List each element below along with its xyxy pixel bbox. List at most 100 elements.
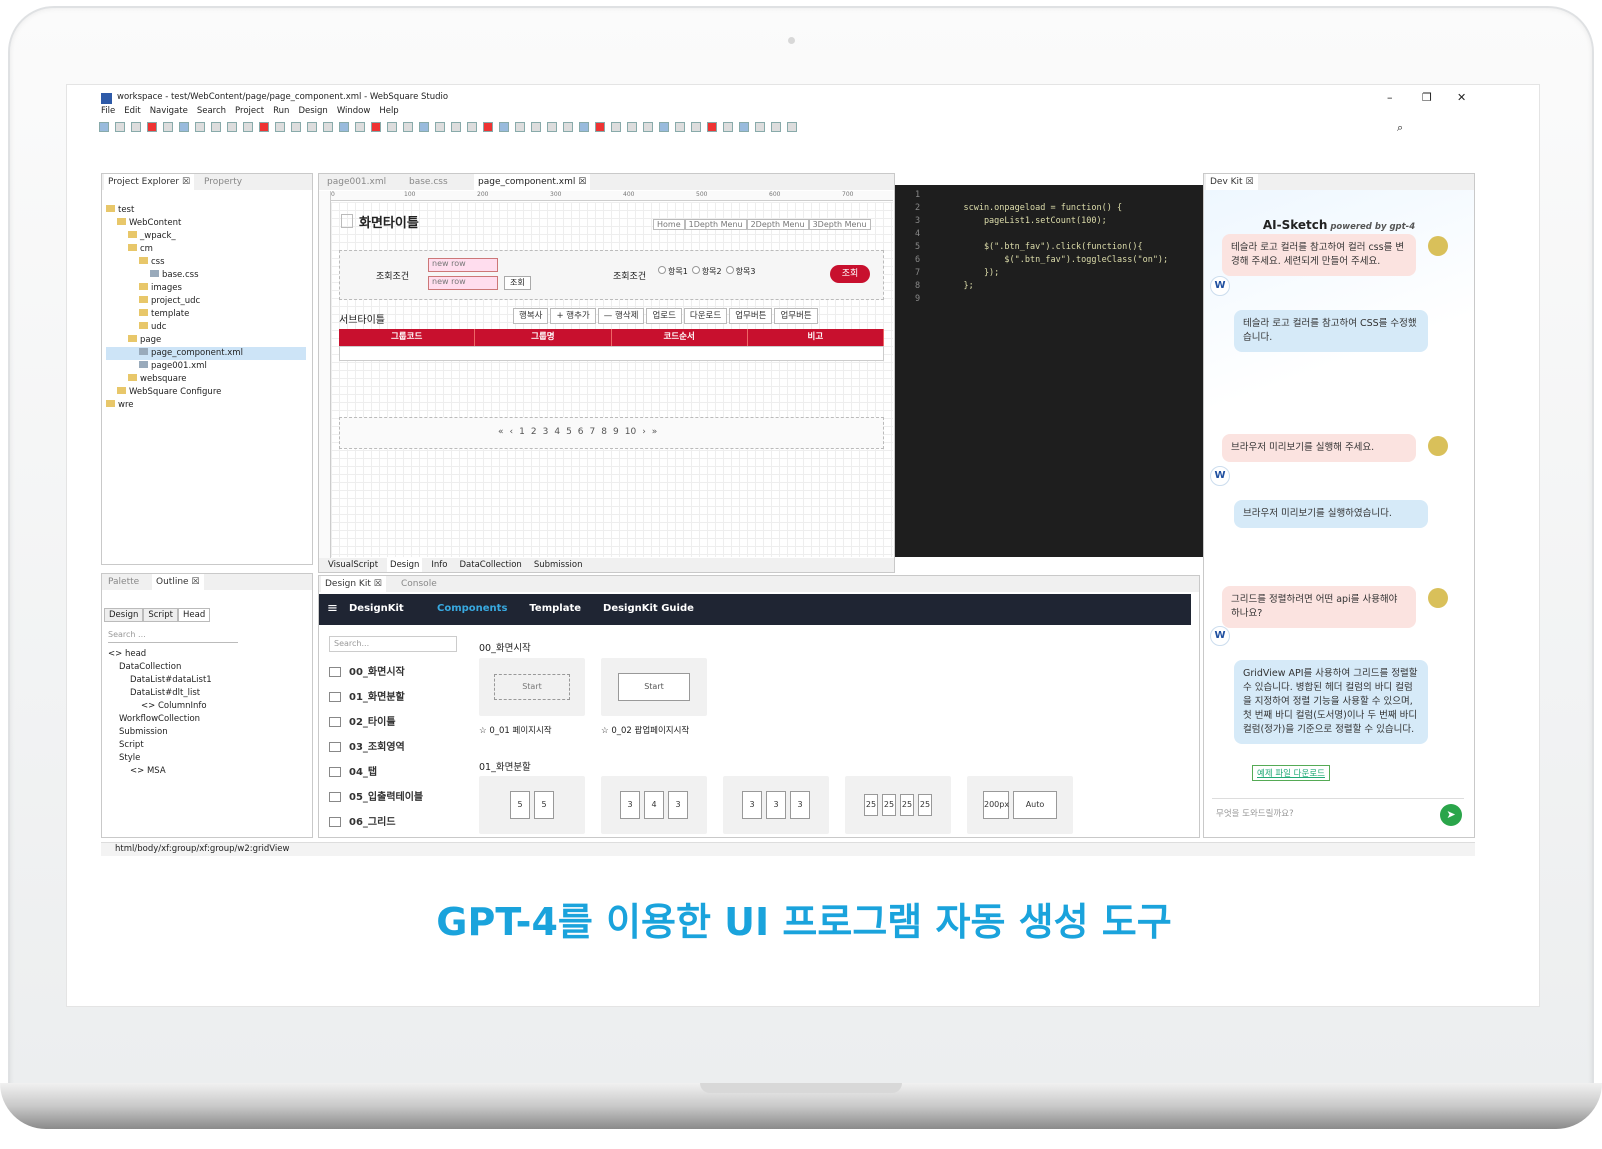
toolbar-icon[interactable]: [195, 122, 205, 132]
toolbar-icon[interactable]: [579, 122, 589, 132]
outline-item[interactable]: <> MSA: [108, 765, 212, 778]
designkit-nav-item[interactable]: Components: [437, 603, 507, 614]
breadcrumb-item[interactable]: 1Depth Menu: [684, 219, 747, 230]
toolbar-icon[interactable]: [643, 122, 653, 132]
toolbar-icon[interactable]: [419, 122, 429, 132]
action-button[interactable]: 업무버튼: [729, 308, 773, 324]
toolbar-icon[interactable]: [147, 122, 157, 132]
tab-dev-kit[interactable]: Dev Kit ☒: [1206, 174, 1258, 190]
toolbar-icon[interactable]: [179, 122, 189, 132]
menu-edit[interactable]: Edit: [124, 106, 140, 118]
editor-bottom-tab[interactable]: VisualScript: [325, 558, 381, 572]
maximize-button[interactable]: ❐: [1422, 91, 1432, 104]
search-button[interactable]: 조회: [830, 265, 870, 283]
toolbar-icon[interactable]: [291, 122, 301, 132]
grid-body-row[interactable]: [339, 346, 884, 361]
close-button[interactable]: ✕: [1457, 91, 1466, 104]
toolbar-icon[interactable]: [131, 122, 141, 132]
toolbar-icon[interactable]: [387, 122, 397, 132]
tree-item[interactable]: WebContent: [106, 217, 306, 230]
menu-help[interactable]: Help: [379, 106, 398, 118]
toolbar-icon[interactable]: [259, 122, 269, 132]
card-popup-start[interactable]: Start: [601, 658, 707, 716]
outline-item[interactable]: DataList#dataList1: [108, 674, 212, 687]
page-link[interactable]: 2: [531, 427, 537, 437]
editor-bottom-tab[interactable]: Design: [387, 558, 423, 572]
tree-item[interactable]: wre: [106, 399, 306, 412]
row-select-1[interactable]: new row: [428, 258, 498, 272]
chat-input[interactable]: 무엇을 도와드릴까요?: [1216, 807, 1294, 819]
designkit-list-item[interactable]: 06_그리드: [319, 810, 464, 835]
tree-item[interactable]: project_udc: [106, 295, 306, 308]
toolbar-icon[interactable]: [435, 122, 445, 132]
outline-item[interactable]: Submission: [108, 726, 212, 739]
page-link[interactable]: 10: [625, 427, 636, 437]
action-button[interactable]: 업로드: [646, 308, 682, 324]
radio-option[interactable]: 항목1: [658, 266, 688, 277]
menu-window[interactable]: Window: [337, 106, 371, 118]
designkit-list-item[interactable]: 00_화면시작: [319, 660, 464, 685]
action-button[interactable]: + 행추가: [550, 308, 596, 324]
designkit-list-item[interactable]: 04_탭: [319, 760, 464, 785]
page-link[interactable]: 1: [519, 427, 525, 437]
designkit-search-input[interactable]: Search...: [329, 636, 457, 652]
split-card[interactable]: 55: [479, 776, 585, 834]
outline-item[interactable]: <> ColumnInfo: [108, 700, 212, 713]
editor-bottom-tab[interactable]: Info: [428, 558, 450, 572]
split-card[interactable]: 333: [723, 776, 829, 834]
action-button[interactable]: 행복사: [513, 308, 549, 324]
card-page-start[interactable]: Start: [479, 658, 585, 716]
toolbar-icon[interactable]: [707, 122, 717, 132]
toolbar-icon[interactable]: [771, 122, 781, 132]
grid-column-header[interactable]: 그룹명: [475, 329, 612, 346]
grid-column-header[interactable]: 코드순서: [612, 329, 748, 346]
download-link[interactable]: 예제 파일 다운로드: [1252, 765, 1330, 781]
tab-design-kit[interactable]: Design Kit ☒: [321, 576, 386, 592]
toolbar-icon[interactable]: [307, 122, 317, 132]
editor-tab[interactable]: page001.xml: [323, 174, 390, 190]
tree-item[interactable]: _wpack_: [106, 230, 306, 243]
page-link[interactable]: »: [652, 427, 658, 437]
radio-option[interactable]: 항목3: [725, 266, 755, 277]
grid-column-header[interactable]: 그룹코드: [339, 329, 476, 346]
design-canvas[interactable]: 화면타이틀 Home 1Depth Menu 2Depth Menu 3Depth M…: [331, 202, 893, 557]
editor-bottom-tab[interactable]: Submission: [531, 558, 586, 572]
chat-input-box[interactable]: 무엇을 도와드릴까요? ➤: [1212, 798, 1464, 832]
designkit-list-item[interactable]: 01_화면분할: [319, 685, 464, 710]
toolbar-icon[interactable]: [227, 122, 237, 132]
tree-item[interactable]: page: [106, 334, 306, 347]
toolbar-icon[interactable]: [339, 122, 349, 132]
outline-item[interactable]: DataCollection: [108, 661, 212, 674]
page-link[interactable]: «: [498, 427, 504, 437]
page-link[interactable]: 7: [590, 427, 596, 437]
menu-icon[interactable]: ≡: [327, 601, 338, 616]
tab-outline[interactable]: Outline ☒: [152, 574, 204, 590]
toolbar-icon[interactable]: [659, 122, 669, 132]
page-link[interactable]: 5: [566, 427, 572, 437]
outline-subtab[interactable]: Head: [178, 608, 211, 622]
toolbar-icon[interactable]: [675, 122, 685, 132]
toolbar-icon[interactable]: [275, 122, 285, 132]
page-link[interactable]: 4: [554, 427, 560, 437]
toolbar-icon[interactable]: [547, 122, 557, 132]
toolbar-icon[interactable]: [499, 122, 509, 132]
designkit-list-item[interactable]: 05_입출력테이블: [319, 785, 464, 810]
page-link[interactable]: ›: [642, 427, 646, 437]
send-icon[interactable]: ➤: [1440, 804, 1462, 826]
tree-item[interactable]: WebSquare Configure: [106, 386, 306, 399]
action-button[interactable]: 다운로드: [683, 308, 728, 324]
radio-option[interactable]: 항목2: [691, 266, 722, 277]
page-link[interactable]: 9: [613, 427, 619, 437]
tree-item[interactable]: test: [106, 204, 306, 217]
designkit-nav-item[interactable]: DesignKit Guide: [603, 603, 694, 614]
outline-item[interactable]: Style: [108, 752, 212, 765]
toolbar-icon[interactable]: [627, 122, 637, 132]
tab-palette[interactable]: Palette: [104, 574, 143, 590]
toolbar-icon[interactable]: [211, 122, 221, 132]
toolbar-icon[interactable]: [755, 122, 765, 132]
row-select-2[interactable]: new row: [428, 276, 498, 290]
tree-item[interactable]: base.css: [106, 269, 306, 282]
toolbar-icon[interactable]: [371, 122, 381, 132]
toolbar-icon[interactable]: [739, 122, 749, 132]
page-link[interactable]: 8: [601, 427, 607, 437]
